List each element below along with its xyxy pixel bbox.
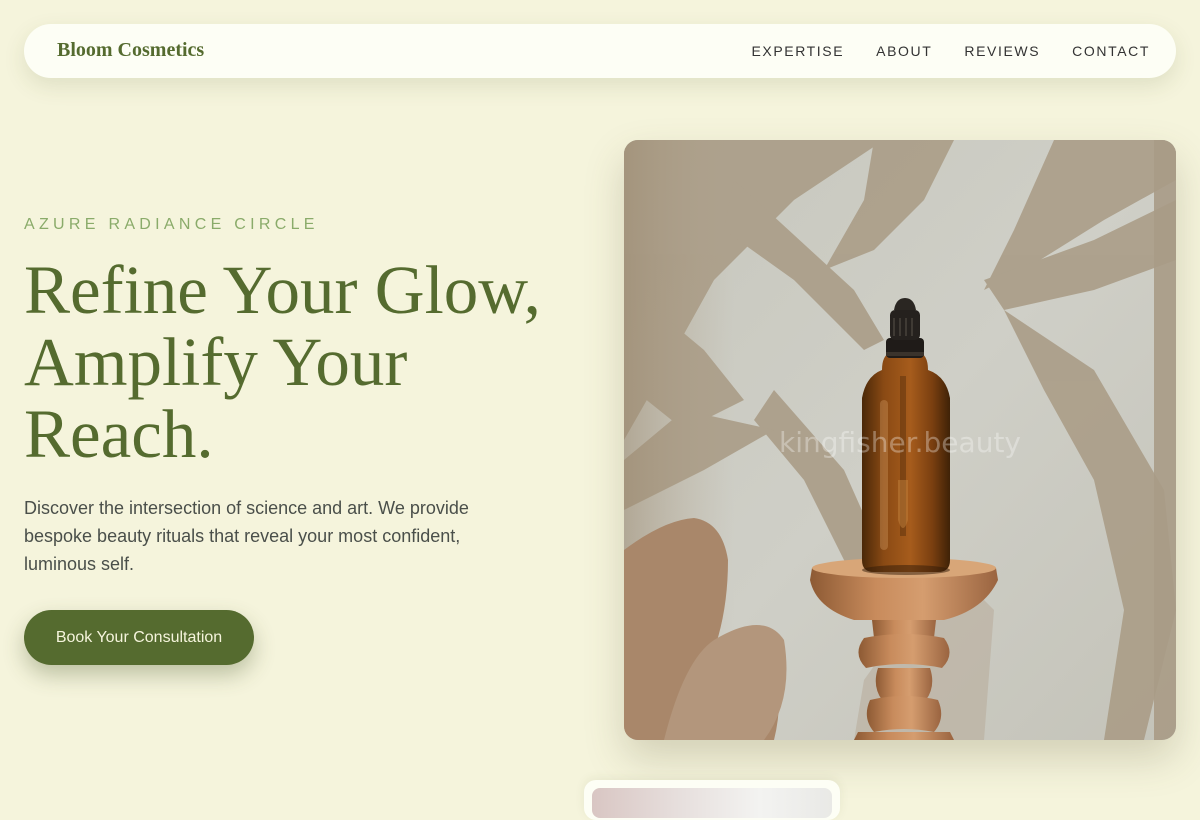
hero-headline-line-3: Reach. [24, 396, 214, 472]
secondary-card [584, 780, 840, 820]
nav-link-about[interactable]: ABOUT [876, 43, 932, 59]
book-consultation-button[interactable]: Book Your Consultation [24, 610, 254, 665]
nav-link-contact[interactable]: CONTACT [1072, 43, 1150, 59]
hero-product-image: kingfisher.beauty [624, 140, 1176, 740]
hero-description: Discover the intersection of science and… [24, 498, 469, 574]
hero-headline: Refine Your Glow, Amplify Your Reach. [24, 254, 604, 470]
nav-links: EXPERTISE ABOUT REVIEWS CONTACT [751, 43, 1150, 59]
nav-link-expertise[interactable]: EXPERTISE [751, 43, 844, 59]
top-navigation: Bloom Cosmetics EXPERTISE ABOUT REVIEWS … [24, 24, 1176, 78]
nav-link-reviews[interactable]: REVIEWS [964, 43, 1040, 59]
brand-logo[interactable]: Bloom Cosmetics [57, 39, 204, 62]
hero-headline-line-1: Refine Your Glow, [24, 252, 541, 328]
hero-eyebrow: AZURE RADIANCE CIRCLE [24, 216, 319, 233]
secondary-card-image [592, 788, 832, 818]
hero-headline-line-2: Amplify Your [24, 324, 408, 400]
image-watermark: kingfisher.beauty [778, 426, 1021, 459]
